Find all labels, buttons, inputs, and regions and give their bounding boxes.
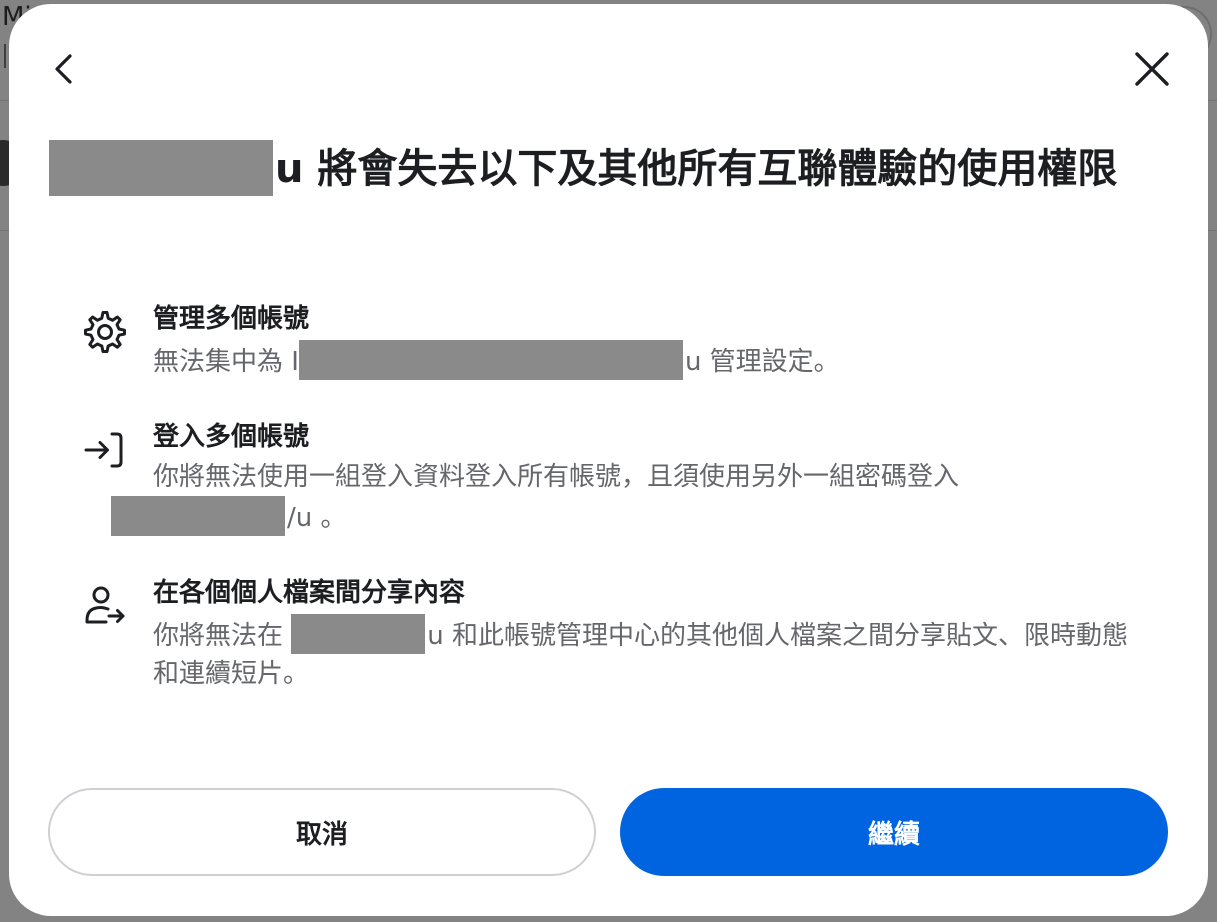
item-title: 管理多個帳號 <box>153 304 310 334</box>
chevron-left-icon <box>55 54 72 84</box>
item-description: 你將無法使用一組登入資料登入所有帳號，且須使用另外一組密碼登入/u 。 <box>111 458 1143 537</box>
continue-button[interactable]: 繼續 <box>620 788 1168 876</box>
item-icon-wrap <box>81 426 129 474</box>
redacted-account-name <box>111 496 285 536</box>
gear-icon <box>84 311 126 353</box>
close-icon <box>1135 52 1169 86</box>
item-desc-prefix: 你將無法在 <box>153 621 292 651</box>
login-arrow-icon <box>84 432 123 468</box>
redacted-account-name <box>49 140 273 196</box>
item-desc-prefix: 你將無法使用一組登入資料登入所有帳號，且須使用另外一組密碼登入 <box>153 462 960 492</box>
item-title: 在各個個人檔案間分享內容 <box>153 578 466 608</box>
person-share-icon <box>85 586 125 624</box>
close-button[interactable] <box>1128 45 1176 93</box>
redacted-account-name <box>298 340 683 380</box>
back-button[interactable] <box>41 45 89 93</box>
item-desc-prefix: 無法集中為 I <box>153 347 299 377</box>
redacted-account-name <box>291 614 426 654</box>
item-description: 無法集中為 I u 管理設定。 <box>153 340 1143 381</box>
item-desc-suffix: /u 。 <box>287 503 347 533</box>
item-desc-suffix: u 管理設定。 <box>684 347 840 377</box>
item-title: 登入多個帳號 <box>153 422 310 452</box>
dialog-title: u 將會失去以下及其他所有互聯體驗的使用權限 <box>49 140 1159 198</box>
cancel-button[interactable]: 取消 <box>48 788 596 876</box>
item-icon-wrap <box>81 308 129 356</box>
disconnect-dialog: u 將會失去以下及其他所有互聯體驗的使用權限 管理多個帳號 無法集中為 I u 管… <box>9 4 1208 916</box>
item-icon-wrap <box>81 582 129 630</box>
dialog-title-text: u 將會失去以下及其他所有互聯體驗的使用權限 <box>275 146 1118 192</box>
item-description: 你將無法在 u 和此帳號管理中心的其他個人檔案之間分享貼文、限時動態和連續短片。 <box>153 614 1143 693</box>
